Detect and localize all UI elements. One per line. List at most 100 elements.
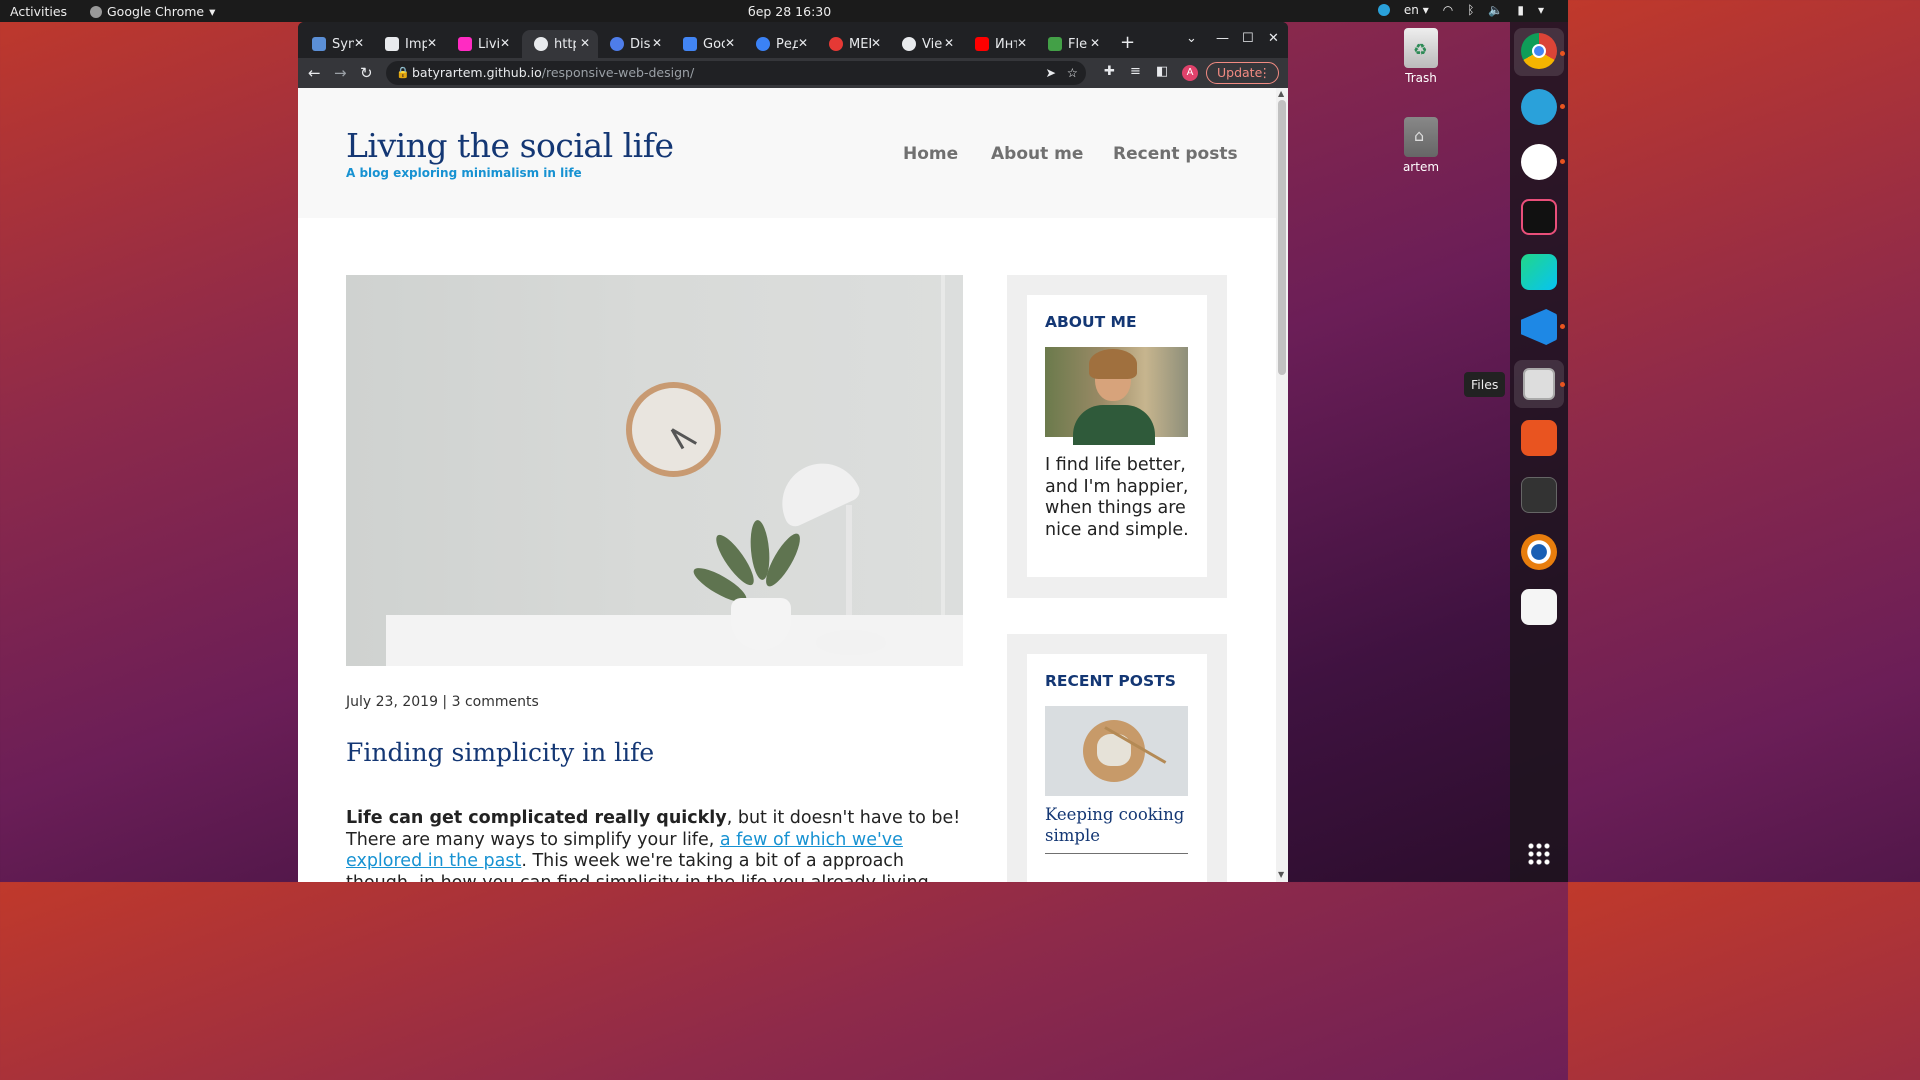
software-icon[interactable]	[1521, 420, 1557, 456]
recent-posts-widget: RECENT POSTS Keeping cooking simple	[1007, 634, 1227, 882]
nav-home[interactable]: Home	[903, 144, 958, 164]
side-panel-icon[interactable]: ◧	[1156, 64, 1168, 79]
profile-avatar[interactable]: A	[1182, 65, 1198, 81]
scroll-up-icon[interactable]: ▲	[1278, 89, 1284, 98]
system-tray[interactable]: en ▾ ◠ ᛒ 🔈 ▮ ▾	[1377, 3, 1544, 17]
tab-close-icon[interactable]: ✕	[652, 36, 662, 50]
vscode-icon[interactable]	[1521, 309, 1557, 345]
tab-close-icon[interactable]: ✕	[1090, 36, 1100, 50]
files-icon	[1523, 368, 1555, 400]
recent-post-thumbnail[interactable]	[1045, 706, 1188, 796]
wifi-icon[interactable]: ◠	[1443, 3, 1453, 17]
kebab-menu-icon[interactable]: ⋮	[1259, 63, 1272, 83]
new-tab-icon[interactable]: +	[1120, 32, 1135, 53]
intellij-icon[interactable]	[1521, 199, 1557, 235]
trash-label: Trash	[1405, 71, 1437, 85]
tab-favicon-icon	[1048, 37, 1062, 51]
tab-7[interactable]: Ред ✕	[744, 30, 816, 58]
share-icon[interactable]: ➤	[1046, 61, 1056, 85]
globe-icon	[902, 37, 916, 51]
site-subtitle: A blog exploring minimalism in life	[346, 166, 582, 180]
media-control-icon[interactable]: ≡	[1130, 64, 1141, 79]
extensions-icon[interactable]: ✚	[1104, 64, 1115, 79]
recent-post-link[interactable]: Keeping cooking simple	[1045, 804, 1195, 846]
scroll-down-icon[interactable]: ▼	[1278, 870, 1284, 879]
address-bar[interactable]: 🔒 batyrartem.github.io/responsive-web-de…	[386, 61, 1086, 85]
running-indicator	[1560, 324, 1565, 329]
tab-close-icon[interactable]: ✕	[580, 36, 590, 50]
scrollbar-thumb[interactable]	[1278, 100, 1286, 375]
battery-icon[interactable]: ▮	[1517, 3, 1524, 17]
tab-close-icon[interactable]: ✕	[354, 36, 364, 50]
dock-files[interactable]	[1514, 360, 1564, 408]
nav-about-me[interactable]: About me	[991, 144, 1083, 164]
activities-button[interactable]: Activities	[10, 4, 67, 19]
minimize-icon[interactable]: —	[1216, 31, 1229, 46]
tab-8[interactable]: MEI ✕	[817, 30, 889, 58]
tab-close-icon[interactable]: ✕	[725, 36, 735, 50]
chrome-app-icon	[90, 5, 102, 18]
update-button[interactable]: Update ⋮	[1206, 62, 1279, 84]
bluetooth-icon[interactable]: ᛒ	[1467, 3, 1474, 17]
volume-icon[interactable]: 🔈	[1488, 3, 1503, 17]
reload-icon[interactable]: ↻	[360, 64, 373, 82]
nav-recent-posts[interactable]: Recent posts	[1113, 144, 1238, 164]
tab-close-icon[interactable]: ✕	[871, 36, 881, 50]
telegram-tray-icon[interactable]	[1377, 4, 1390, 16]
text-editor-icon[interactable]	[1521, 589, 1557, 625]
tab-10[interactable]: Инт ✕	[963, 30, 1035, 58]
maximize-icon[interactable]: ☐	[1242, 31, 1254, 46]
tab-search-icon[interactable]: ⌄	[1186, 31, 1197, 46]
tab-4-active[interactable]: http ✕	[522, 30, 598, 58]
tab-6[interactable]: Goo ✕	[671, 30, 743, 58]
tab-favicon-icon	[312, 37, 326, 51]
blender-icon[interactable]	[1521, 534, 1557, 570]
chrome-icon-center	[1532, 44, 1546, 58]
dock	[1510, 22, 1568, 882]
post-hero-image	[346, 275, 963, 666]
tab-close-icon[interactable]: ✕	[944, 36, 954, 50]
site-title[interactable]: Living the social life	[346, 126, 674, 165]
power-menu-icon[interactable]: ▾	[1538, 3, 1544, 17]
bookmark-star-icon[interactable]: ☆	[1067, 61, 1078, 85]
tab-1[interactable]: Syn ✕	[300, 30, 372, 58]
ms-authenticator-icon[interactable]	[1521, 144, 1557, 180]
desktop-home-folder[interactable]: artem	[1391, 117, 1451, 174]
tab-3[interactable]: Livi ✕	[446, 30, 518, 58]
tab-2[interactable]: Imp ✕	[373, 30, 445, 58]
terminal-icon[interactable]	[1521, 477, 1557, 513]
tab-11[interactable]: Fle ✕	[1036, 30, 1108, 58]
tab-close-icon[interactable]: ✕	[798, 36, 808, 50]
tab-close-icon[interactable]: ✕	[427, 36, 437, 50]
home-folder-label: artem	[1402, 160, 1440, 174]
trash-icon	[1404, 28, 1438, 68]
tab-title: Ред	[776, 36, 798, 52]
show-apps-icon[interactable]	[1527, 842, 1551, 866]
clock[interactable]: бер 28 16:30	[748, 4, 831, 19]
language-indicator[interactable]: en ▾	[1404, 3, 1429, 17]
tab-5[interactable]: Dis ✕	[598, 30, 670, 58]
page-scrollbar[interactable]: ▲ ▼	[1276, 88, 1288, 882]
update-label: Update	[1217, 65, 1263, 80]
close-window-icon[interactable]: ✕	[1268, 31, 1279, 46]
forward-icon[interactable]: →	[334, 64, 347, 82]
youtube-icon	[975, 37, 989, 51]
tab-9[interactable]: Vie ✕	[890, 30, 962, 58]
back-icon[interactable]: ←	[308, 64, 321, 82]
desktop-trash[interactable]: Trash	[1391, 28, 1451, 85]
wall-clock-illustration	[626, 382, 721, 477]
recent-posts-card: RECENT POSTS Keeping cooking simple	[1027, 654, 1207, 882]
about-me-widget: ABOUT ME I find life better, and I'm hap…	[1007, 275, 1227, 598]
post-body: Life can get complicated really quickly,…	[346, 808, 966, 882]
post-title[interactable]: Finding simplicity in life	[346, 738, 654, 767]
home-folder-icon	[1404, 117, 1438, 157]
wall-edge	[941, 275, 945, 666]
webstorm-icon[interactable]	[1521, 254, 1557, 290]
dock-chrome[interactable]	[1514, 28, 1564, 76]
photo-jacket	[1073, 405, 1155, 445]
tab-close-icon[interactable]: ✕	[1017, 36, 1027, 50]
telegram-icon[interactable]	[1521, 89, 1557, 125]
lock-icon[interactable]: 🔒	[396, 61, 410, 85]
app-menu[interactable]: Google Chrome ▾	[90, 4, 215, 19]
tab-close-icon[interactable]: ✕	[500, 36, 510, 50]
